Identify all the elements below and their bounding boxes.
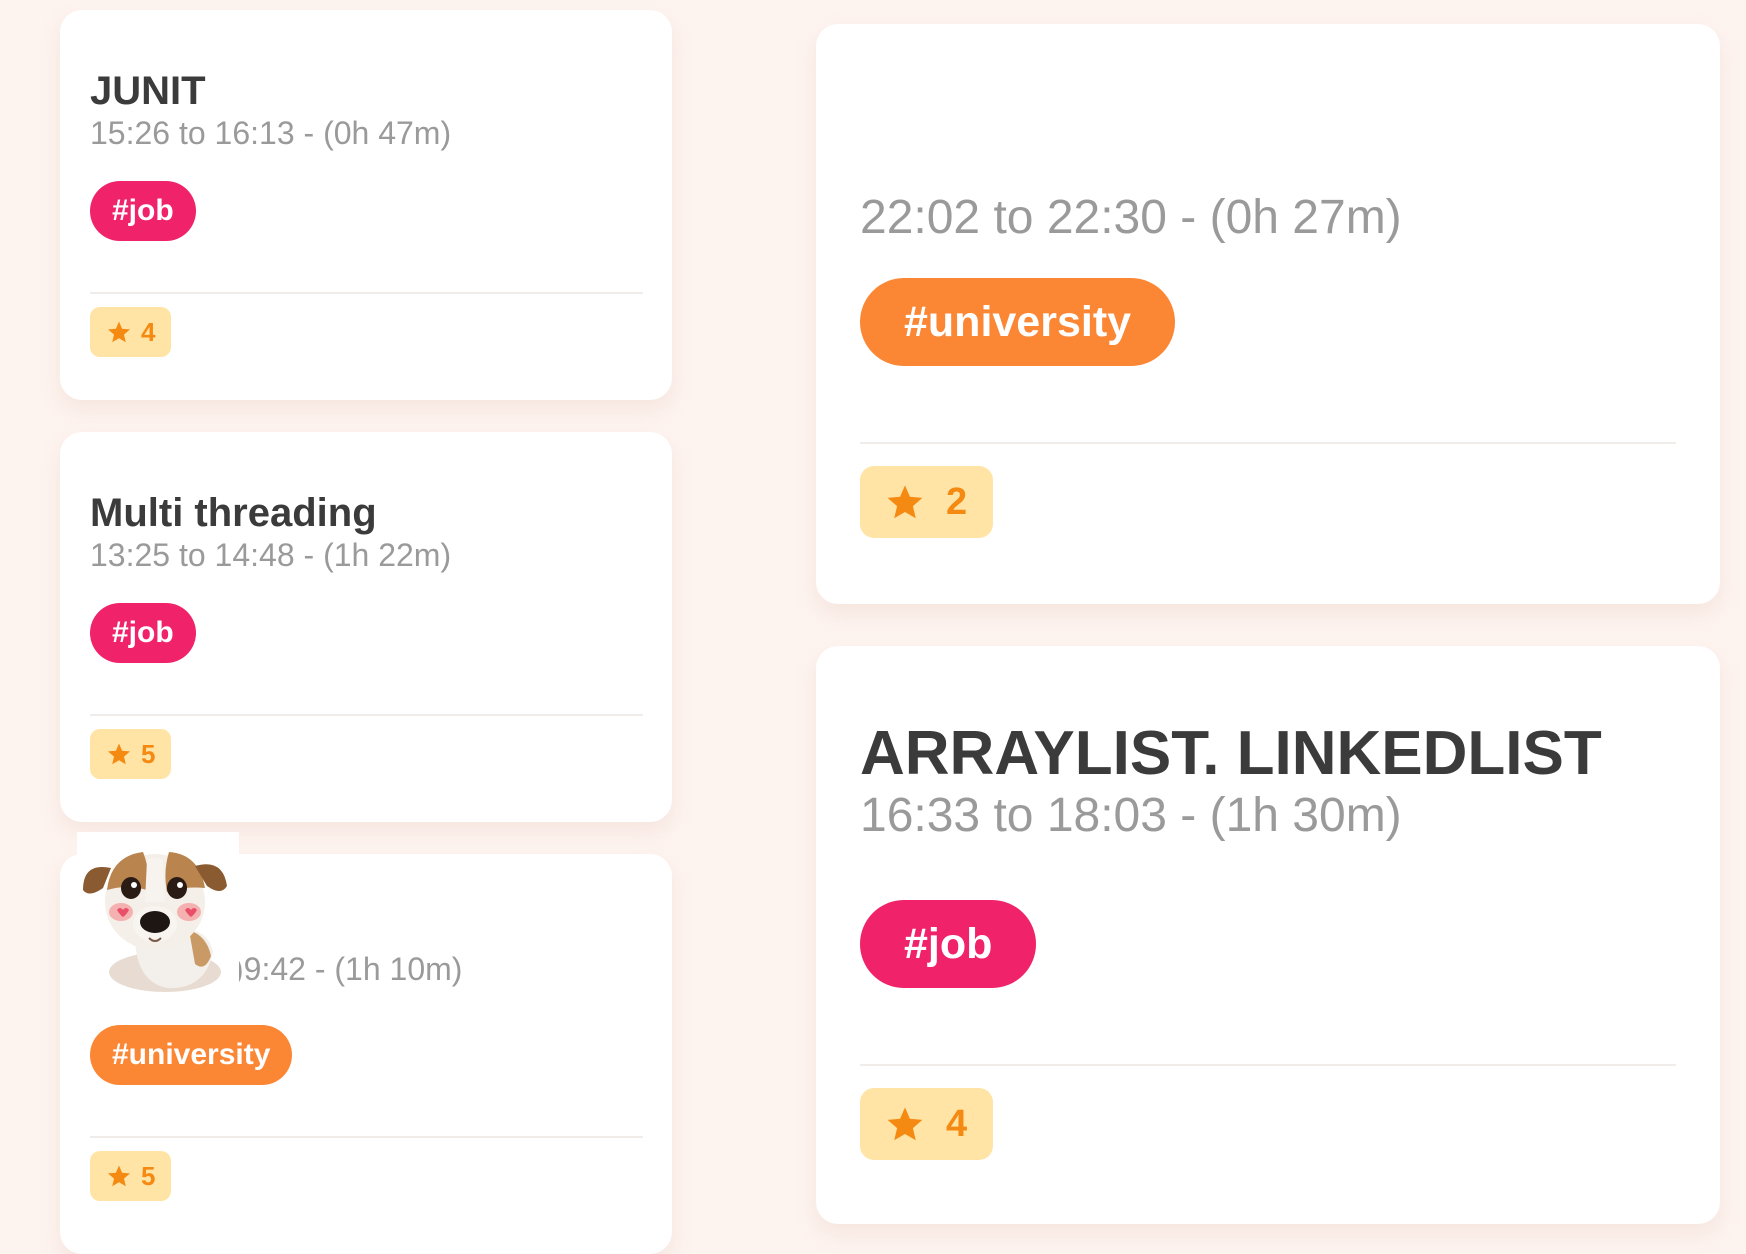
tag-job[interactable]: #job — [860, 900, 1037, 988]
star-icon — [887, 485, 923, 519]
tag-university[interactable]: #university — [860, 278, 1176, 366]
session-time-range: 22:02 to 22:30 - (0h 27m) — [860, 191, 1402, 244]
card-divider — [90, 292, 643, 294]
star-icon — [108, 743, 130, 765]
session-time-range: 16:33 to 18:03 - (1h 30m) — [860, 789, 1402, 842]
star-icon — [887, 1107, 923, 1141]
star-icon — [108, 1165, 130, 1187]
rating-value: 5 — [141, 1161, 156, 1191]
session-time-range: 13:25 to 14:48 - (1h 22m) — [90, 537, 452, 573]
session-card-multi-threading[interactable]: Multi threading 13:25 to 14:48 - (1h 22m… — [60, 432, 672, 822]
rating-value: 4 — [946, 1103, 968, 1145]
rating-value: 4 — [141, 317, 156, 347]
rating-badge[interactable]: 2 — [860, 466, 994, 538]
session-time-range: 15:26 to 16:13 - (0h 47m) — [90, 115, 452, 151]
rating-badge[interactable]: 4 — [860, 1088, 994, 1160]
dog-sticker-icon — [77, 832, 239, 996]
card-divider — [860, 442, 1676, 444]
session-card-arraylist-linkedlist[interactable]: ARRAYLIST. LINKEDLIST 16:33 to 18:03 - (… — [816, 646, 1720, 1224]
rating-value: 2 — [946, 481, 968, 523]
card-divider — [860, 1064, 1676, 1066]
star-icon — [108, 321, 130, 343]
tag-job[interactable]: #job — [90, 181, 196, 241]
session-card-junit[interactable]: JUNIT 15:26 to 16:13 - (0h 47m) #job 4 — [60, 10, 672, 400]
rating-badge[interactable]: 4 — [90, 307, 172, 357]
card-divider — [90, 1136, 643, 1138]
rating-badge[interactable]: 5 — [90, 729, 172, 779]
tag-job[interactable]: #job — [90, 603, 196, 663]
session-card-untitled-university[interactable]: 22:02 to 22:30 - (0h 27m) #university 2 — [816, 24, 1720, 604]
session-title: JUNIT — [90, 69, 206, 113]
rating-badge[interactable]: 5 — [90, 1151, 172, 1201]
session-title: Multi threading — [90, 491, 377, 535]
session-title: ARRAYLIST. LINKEDLIST — [860, 719, 1602, 788]
session-time-range: )9:42 - (1h 10m) — [233, 951, 463, 987]
tag-university[interactable]: #university — [90, 1025, 293, 1085]
rating-value: 5 — [141, 739, 156, 769]
card-divider — [90, 714, 643, 716]
